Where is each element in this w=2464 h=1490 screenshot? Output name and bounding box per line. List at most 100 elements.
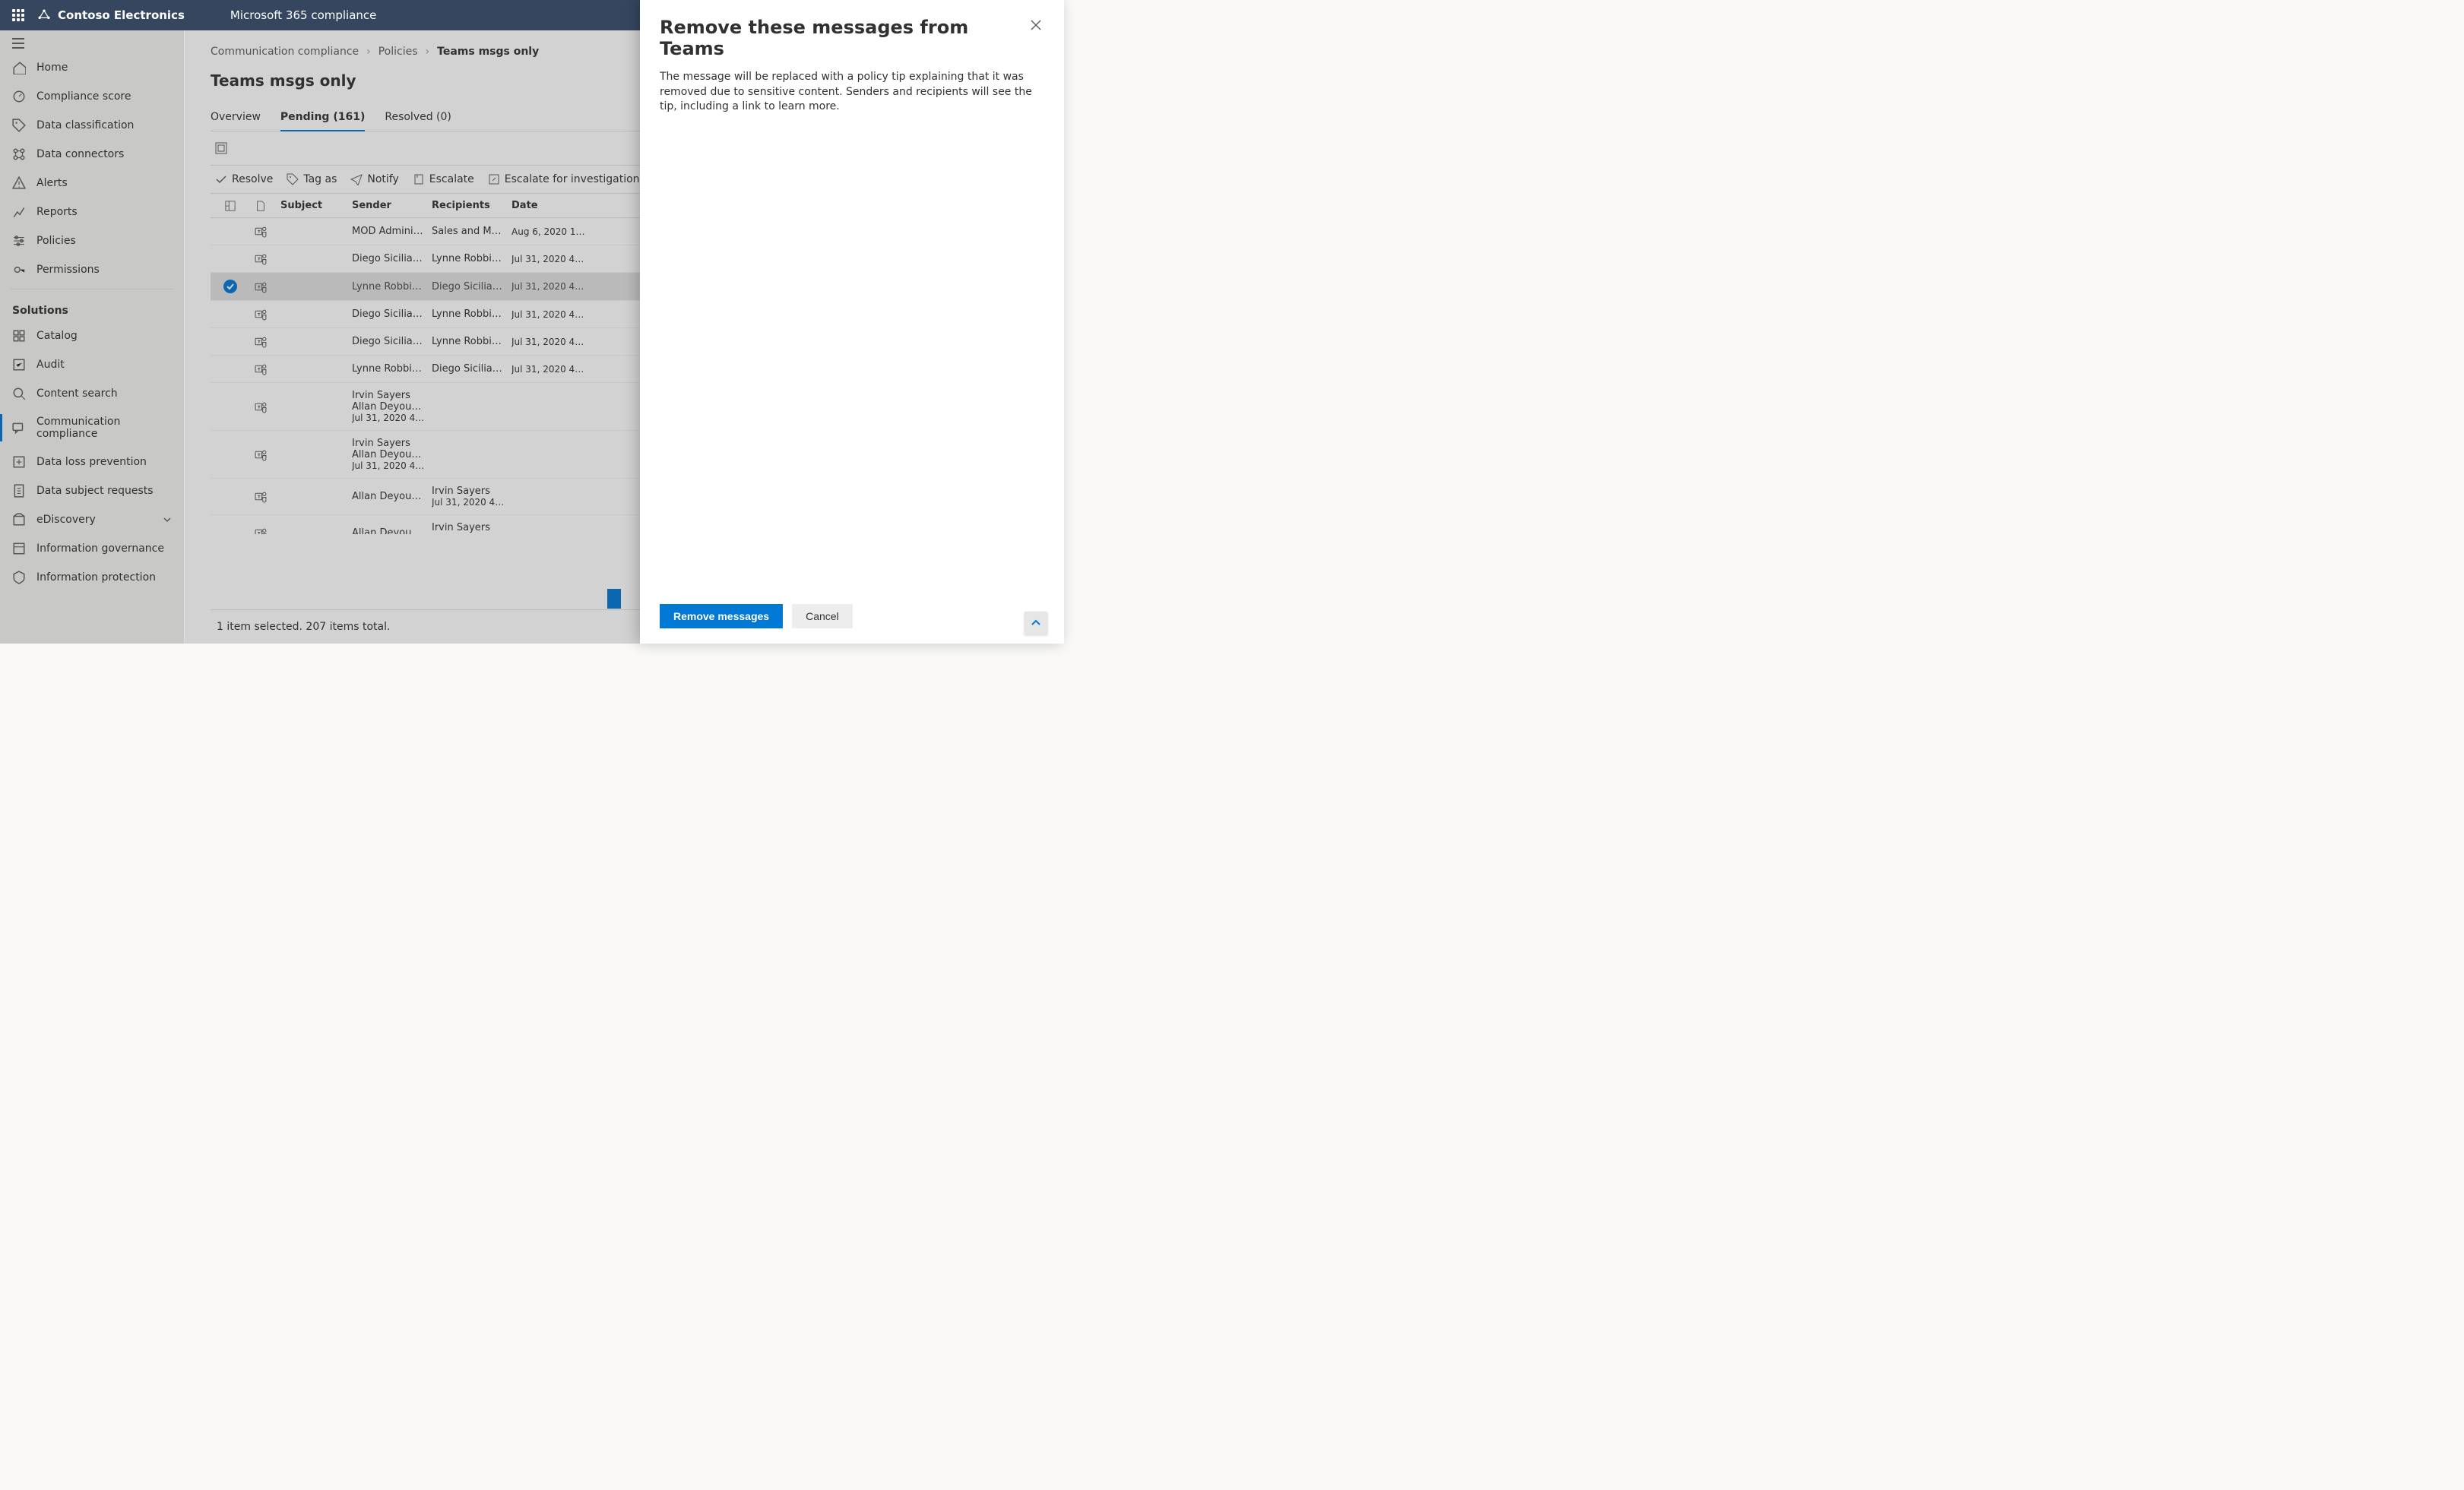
escalate-button[interactable]: Escalate	[413, 173, 474, 185]
nav-item-information-protection[interactable]: Information protection	[0, 563, 184, 592]
panel-title: Remove these messages from Teams	[660, 17, 1028, 59]
breadcrumb-current: Teams msgs only	[437, 46, 539, 58]
cell-sender: Irvin Sayers Allan Deyoun...Jul 31, 2020…	[352, 390, 432, 423]
row-checkbox[interactable]	[223, 280, 237, 293]
cell-sender: Irvin Sayers Allan Deyoun...Jul 31, 2020…	[352, 438, 432, 471]
nav-label: Data loss prevention	[36, 456, 147, 468]
cell-recipients: Allan Deyoun...	[352, 449, 432, 460]
document-icon	[255, 201, 266, 211]
nav-item-information-governance[interactable]: Information governance	[0, 534, 184, 563]
cell-recipients: Sales and Mar...	[432, 226, 511, 237]
nav-item-reports[interactable]: Reports	[0, 198, 184, 226]
nav-label: Audit	[36, 359, 65, 371]
catalog-icon	[12, 329, 26, 343]
brand-logo-icon	[36, 8, 52, 23]
nav-label: Reports	[36, 206, 78, 218]
app-launcher-button[interactable]	[6, 9, 30, 21]
teams-icon	[255, 335, 268, 348]
teams-icon	[255, 225, 268, 238]
cell-recipients: Diego Sicilian...	[432, 363, 511, 375]
nav-item-home[interactable]: Home	[0, 53, 184, 82]
nav-item-ediscovery[interactable]: eDiscovery	[0, 505, 184, 534]
cmd-label: Notify	[367, 173, 398, 185]
cmd-label: Escalate	[429, 173, 474, 185]
alert-icon	[12, 176, 26, 190]
infogov-icon	[12, 542, 26, 555]
nav-collapse-button[interactable]	[0, 33, 184, 53]
audit-icon	[12, 358, 26, 372]
chevron-up-icon	[1031, 618, 1041, 628]
nav-item-permissions[interactable]: Permissions	[0, 255, 184, 284]
teams-icon	[255, 308, 268, 321]
column-header-date[interactable]: Date	[511, 200, 591, 211]
nav-label: Content search	[36, 388, 118, 400]
chevron-right-icon: ›	[366, 46, 371, 58]
teams-icon	[255, 362, 268, 375]
column-header-subject[interactable]: Subject	[276, 200, 352, 211]
nav-item-data-loss-prevention[interactable]: Data loss prevention	[0, 448, 184, 476]
column-header-recipients[interactable]: Recipients	[432, 200, 511, 211]
cell-recipients: Irvin Sayers Jul 31, 2020 4:30	[432, 486, 511, 508]
column-header-type[interactable]	[245, 201, 276, 211]
breadcrumb-link[interactable]: Communication compliance	[211, 46, 359, 58]
chevron-down-icon	[163, 515, 172, 524]
tag-as-button[interactable]: Tag as	[287, 173, 337, 185]
nav-item-audit[interactable]: Audit	[0, 350, 184, 379]
tab-resolved[interactable]: Resolved (0)	[385, 111, 451, 131]
column-header-sender[interactable]: Sender	[352, 200, 432, 211]
remove-messages-button[interactable]: Remove messages	[660, 604, 783, 628]
cell-sender: Diego Siciliani...	[352, 336, 432, 347]
nav-label: Data connectors	[36, 148, 124, 160]
cmd-label: Tag as	[303, 173, 337, 185]
nav-item-communication-compliance[interactable]: Communication compliance	[0, 408, 184, 448]
nav-item-policies[interactable]: Policies	[0, 226, 184, 255]
nav-item-data-classification[interactable]: Data classification	[0, 111, 184, 140]
breadcrumb-link[interactable]: Policies	[378, 46, 418, 58]
group-icon[interactable]	[215, 142, 227, 154]
chevron-right-icon: ›	[426, 46, 430, 58]
tab-overview[interactable]: Overview	[211, 111, 261, 131]
select-all-toggle[interactable]	[215, 201, 245, 211]
cancel-button[interactable]: Cancel	[792, 604, 853, 628]
nav-label: Communication compliance	[36, 416, 172, 440]
escalate-investigation-button[interactable]: Escalate for investigation	[488, 173, 640, 185]
dlp-icon	[12, 455, 26, 469]
close-icon	[1031, 20, 1041, 30]
resolve-button[interactable]: Resolve	[215, 173, 273, 185]
teams-icon	[255, 252, 268, 265]
teams-icon	[255, 400, 268, 413]
cmd-label: Resolve	[232, 173, 273, 185]
nav-heading-solutions: Solutions	[0, 294, 184, 321]
nav-item-data-subject-requests[interactable]: Data subject requests	[0, 476, 184, 505]
nav-label: Permissions	[36, 264, 100, 276]
cell-recipients: Lynne Robbins...	[432, 253, 511, 264]
edisc-icon	[12, 513, 26, 527]
teams-icon	[255, 448, 268, 461]
nav-label: Catalog	[36, 330, 78, 342]
tab-pending[interactable]: Pending (161)	[280, 111, 365, 131]
escalate-icon	[413, 173, 425, 185]
close-button[interactable]	[1028, 17, 1044, 33]
notify-button[interactable]: Notify	[350, 173, 398, 185]
nav-item-content-search[interactable]: Content search	[0, 379, 184, 408]
nav-item-catalog[interactable]: Catalog	[0, 321, 184, 350]
nav-item-data-connectors[interactable]: Data connectors	[0, 140, 184, 169]
nav-label: Data subject requests	[36, 485, 154, 497]
suite-name: Microsoft 365 compliance	[230, 8, 377, 22]
cell-date: Jul 31, 2020 4:31	[352, 413, 432, 423]
permissions-icon	[12, 263, 26, 277]
teams-icon	[255, 490, 268, 503]
dsr-icon	[12, 484, 26, 498]
brand: Contoso Electronics	[36, 8, 185, 23]
panel-description: The message will be replaced with a poli…	[640, 59, 1064, 125]
cell-date: Jul 31, 2020 4:31	[511, 309, 591, 320]
nav-item-compliance-score[interactable]: Compliance score	[0, 82, 184, 111]
left-nav: HomeCompliance scoreData classification D…	[0, 30, 185, 644]
nav-item-alerts[interactable]: Alerts	[0, 169, 184, 198]
cell-sender: Lynne Robbins...	[352, 363, 432, 375]
scroll-to-top-button[interactable]	[1025, 612, 1047, 634]
cell-sender: Allan Deyoun...	[352, 491, 432, 502]
column-view-icon	[225, 201, 236, 211]
cell-date: Jul 31, 2020 4:31	[511, 337, 591, 347]
tag-icon	[287, 173, 299, 185]
